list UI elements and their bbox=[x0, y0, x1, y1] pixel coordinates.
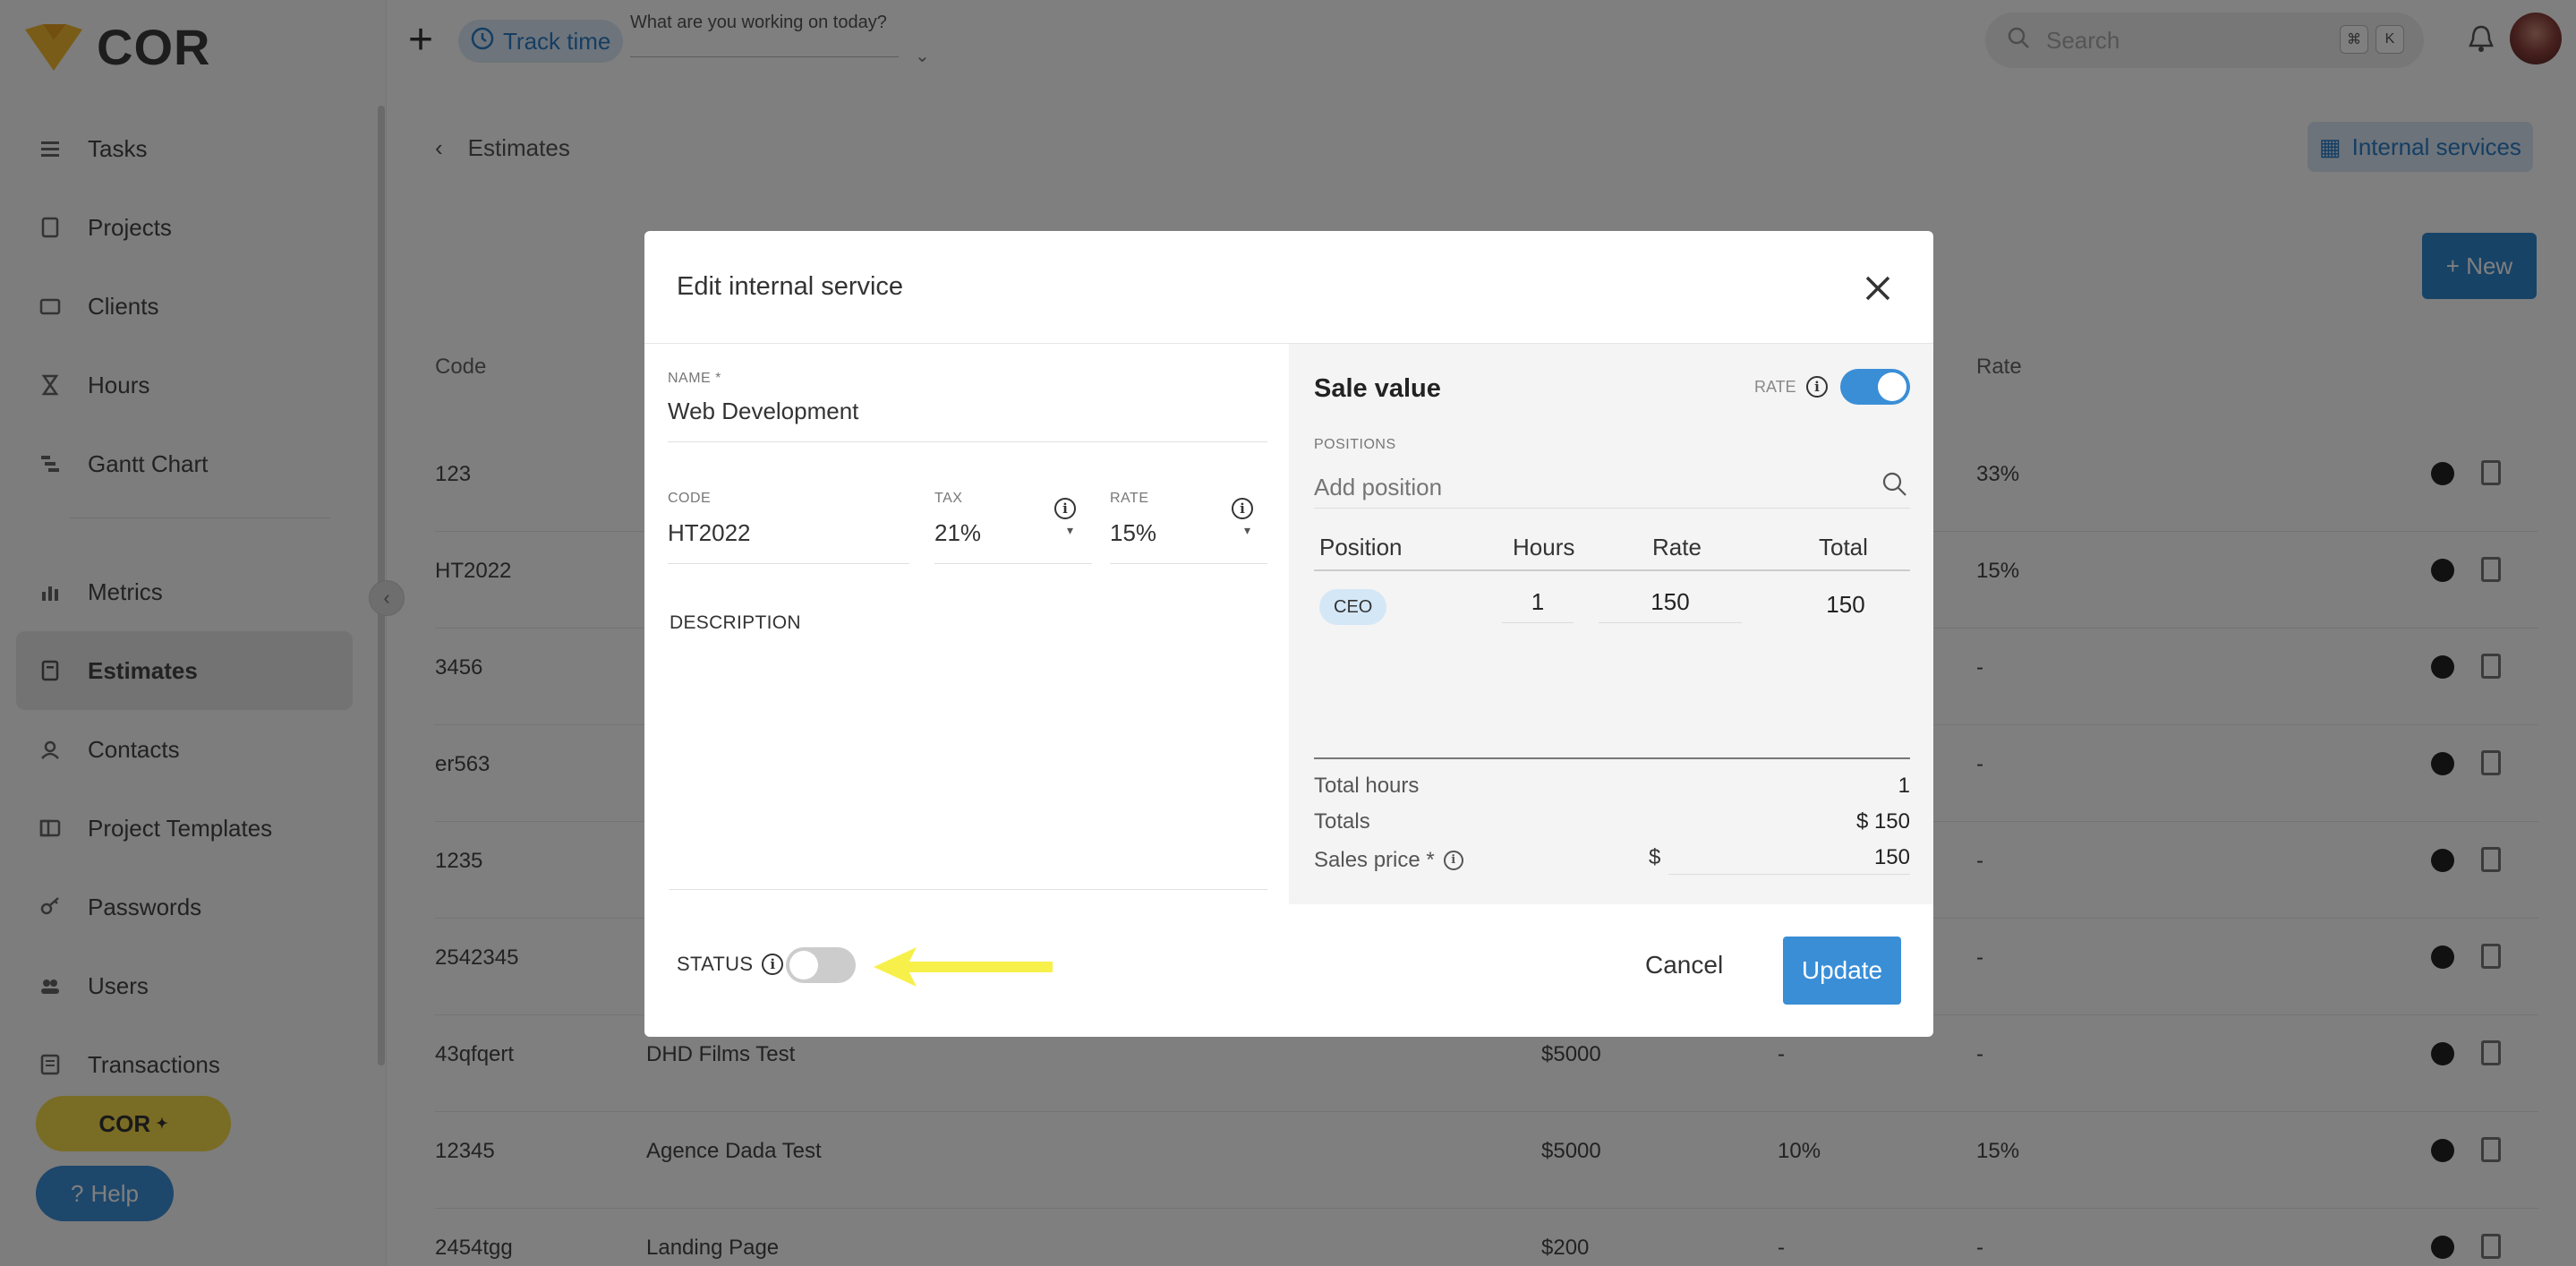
column-header-hours: Hours bbox=[1513, 534, 1575, 560]
description-textarea[interactable] bbox=[670, 648, 1267, 890]
info-icon[interactable]: i bbox=[1054, 498, 1076, 519]
caret-down-icon[interactable]: ▾ bbox=[1067, 523, 1073, 538]
sales-price-label: Sales price * bbox=[1314, 847, 1435, 872]
position-total: 150 bbox=[1826, 590, 1865, 618]
rate-field[interactable]: RATE i 15% ▾ bbox=[1110, 491, 1267, 564]
code-field[interactable]: CODE HT2022 bbox=[668, 491, 909, 564]
highlight-arrow-icon bbox=[874, 947, 1053, 987]
service-details-panel: NAME * Web Development CODE HT2022 TAX i… bbox=[644, 344, 1289, 904]
totals-row: Totals $ 150 bbox=[1314, 809, 1910, 834]
hours-input[interactable]: 1 bbox=[1502, 582, 1574, 623]
modal-title: Edit internal service bbox=[677, 272, 904, 301]
cancel-button[interactable]: Cancel bbox=[1645, 951, 1723, 979]
modal-footer: STATUS i Cancel Update bbox=[644, 904, 1933, 1037]
column-header-position: Position bbox=[1319, 534, 1403, 560]
info-icon[interactable]: i bbox=[1232, 498, 1253, 519]
column-header-total: Total bbox=[1819, 534, 1868, 560]
add-position-input[interactable] bbox=[1314, 467, 1910, 509]
edit-internal-service-modal: Edit internal service NAME * Web Develop… bbox=[644, 231, 1933, 1037]
positions-label: POSITIONS bbox=[1314, 437, 1396, 452]
positions-table-header: Position Hours Rate Total bbox=[1314, 530, 1910, 571]
name-field[interactable]: NAME * Web Development bbox=[668, 371, 1267, 442]
currency-symbol: $ bbox=[1649, 845, 1661, 869]
info-icon[interactable]: i bbox=[762, 954, 784, 975]
update-button[interactable]: Update bbox=[1783, 937, 1901, 1005]
rate-input[interactable]: 150 bbox=[1599, 582, 1742, 623]
name-label: NAME * bbox=[668, 371, 721, 386]
code-label: CODE bbox=[668, 491, 712, 506]
tax-field[interactable]: TAX i 21% ▾ bbox=[934, 491, 1092, 564]
sales-price-row: Sales price * i $ 150 bbox=[1314, 845, 1910, 875]
close-icon[interactable] bbox=[1860, 270, 1896, 306]
sale-rate-label: RATE bbox=[1754, 378, 1796, 396]
status-field: STATUS i bbox=[677, 953, 784, 976]
position-chip[interactable]: CEO bbox=[1319, 589, 1387, 625]
status-label: STATUS bbox=[677, 953, 754, 975]
rate-toggle[interactable] bbox=[1840, 369, 1910, 405]
description-label: DESCRIPTION bbox=[670, 612, 801, 633]
totals-value: $ 150 bbox=[1855, 809, 1910, 834]
column-header-rate: Rate bbox=[1652, 534, 1702, 560]
info-icon[interactable]: i bbox=[1806, 376, 1828, 398]
caret-down-icon[interactable]: ▾ bbox=[1244, 523, 1250, 538]
code-input[interactable]: HT2022 bbox=[668, 519, 909, 564]
total-hours-row: Total hours 1 bbox=[1314, 774, 1910, 799]
info-icon[interactable]: i bbox=[1443, 850, 1463, 870]
modal-header: Edit internal service bbox=[644, 231, 1933, 344]
search-icon[interactable] bbox=[1881, 471, 1908, 498]
total-hours-label: Total hours bbox=[1314, 774, 1420, 798]
sale-value-panel: Sale value RATE i POSITIONS Position Hou… bbox=[1289, 344, 1933, 904]
name-input[interactable]: Web Development bbox=[668, 398, 1267, 442]
totals-divider bbox=[1314, 757, 1910, 759]
position-row: CEO 1 150 150 bbox=[1314, 582, 1910, 636]
status-toggle[interactable] bbox=[786, 947, 856, 983]
sale-value-title: Sale value bbox=[1314, 374, 1441, 403]
total-hours-value: 1 bbox=[1898, 774, 1910, 798]
sales-price-input[interactable]: 150 bbox=[1668, 845, 1910, 875]
totals-label: Totals bbox=[1314, 809, 1370, 834]
app-root: COR Tasks Projects Clients Hours Gantt C… bbox=[0, 0, 2576, 1266]
